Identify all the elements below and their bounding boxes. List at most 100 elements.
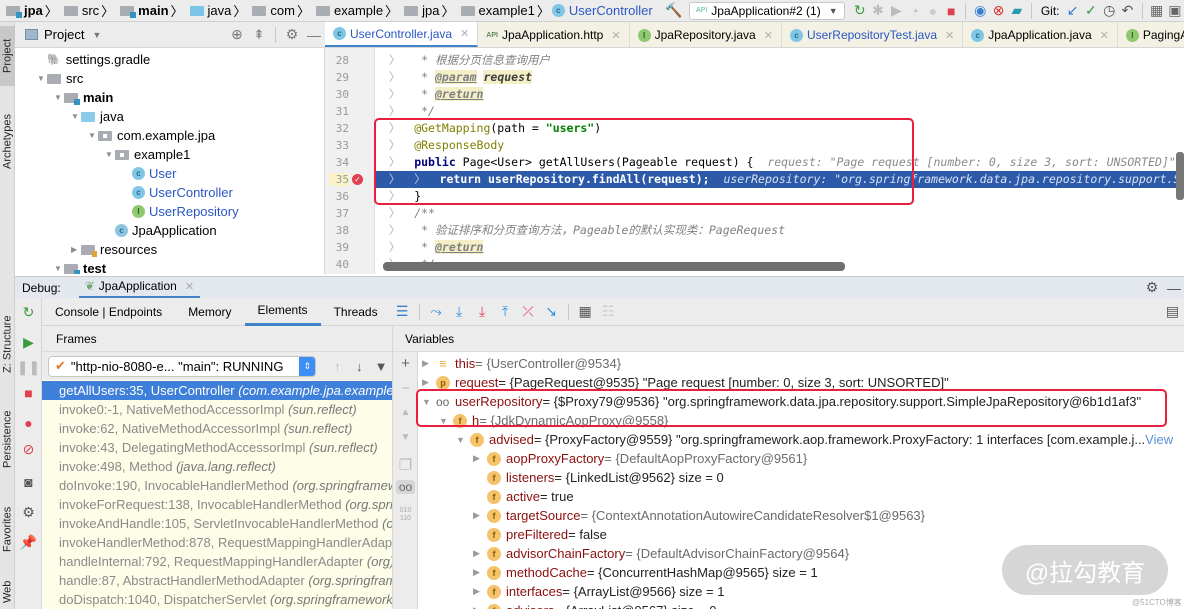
breadcrumb-item[interactable]: main (114, 0, 170, 21)
pause-icon[interactable]: ❚❚ (15, 356, 42, 378)
stack-frame[interactable]: invokeForRequest:138, InvocableHandlerMe… (42, 495, 392, 514)
show-watches-icon[interactable]: oo (396, 480, 415, 494)
collapsed-arrow-icon[interactable]: ▶ (473, 605, 487, 609)
tree-item[interactable]: ▼ com.example.jpa (88, 126, 215, 145)
trace-icon[interactable]: ☷ (597, 303, 620, 320)
editor-tab[interactable]: IPagingAnd✕ (1117, 22, 1184, 47)
variable-row[interactable]: f active = true (473, 487, 574, 506)
mute-breakpoints-icon[interactable]: ⊘ (15, 438, 42, 460)
layout-menu-icon[interactable]: ☰ (391, 303, 414, 320)
variable-row[interactable]: ▶ ≡ this = {UserController@9534} (422, 354, 621, 373)
coverage-icon[interactable]: ▶ (887, 0, 905, 21)
project-panel-title[interactable]: Project (44, 27, 84, 42)
breadcrumb-item[interactable]: example1 (455, 0, 537, 21)
sync-icon[interactable]: ◉ (971, 0, 989, 21)
git-history-icon[interactable]: ◷ (1100, 0, 1118, 21)
tree-item[interactable]: ▼ java (71, 107, 124, 126)
breadcrumb-item[interactable]: example (310, 0, 385, 21)
expand-arrow-icon[interactable]: ▼ (105, 150, 115, 159)
stop-icon[interactable]: ■ (15, 382, 42, 404)
close-icon[interactable]: ✕ (945, 29, 954, 42)
breadcrumb-item[interactable]: src (58, 0, 101, 21)
expand-arrow-icon[interactable]: ▼ (37, 74, 47, 83)
stack-frame[interactable]: invokeHandlerMethod:878, RequestMappingH… (42, 533, 392, 552)
pin-icon[interactable]: 📌 (15, 531, 42, 553)
gear-icon[interactable]: ⚙ (1140, 279, 1164, 296)
collapsed-arrow-icon[interactable]: ▶ (473, 510, 487, 521)
editor-tab[interactable]: I JpaRepository.java ✕ (629, 22, 782, 47)
stack-frame[interactable]: invoke:498, Method (java.lang.reflect) (42, 457, 392, 476)
locate-icon[interactable]: ⊕ (226, 26, 248, 43)
expand-arrow-icon[interactable]: ▼ (71, 112, 81, 121)
close-icon[interactable]: ✕ (460, 27, 469, 40)
stack-frame[interactable]: handleInternal:792, RequestMappingHandle… (42, 552, 392, 571)
tool-window-project[interactable]: Project (0, 26, 15, 86)
editor-tab[interactable]: c UserController.java ✕ (325, 22, 479, 47)
breadcrumb-item[interactable]: com (246, 0, 297, 21)
build-hammer-icon[interactable]: 🔨 (665, 0, 683, 21)
tree-item[interactable]: I UserRepository (122, 202, 239, 221)
breakpoint-icon[interactable]: ✓ (352, 174, 363, 185)
arrow-down-icon[interactable]: ↓ (348, 359, 370, 374)
collapse-all-icon[interactable]: ⇞ (248, 27, 270, 43)
copy-icon[interactable]: ❐ (393, 456, 418, 474)
stack-frame[interactable]: doInvoke:190, InvocableHandlerMethod (or… (42, 476, 392, 495)
debug-tab[interactable]: Console | Endpoints (42, 298, 175, 326)
show-execution-point-icon[interactable]: ⤳ (425, 303, 448, 320)
tool-window-favorites[interactable]: Favorites (0, 494, 15, 564)
variable-row[interactable]: ▶ f aopProxyFactory = {DefaultAopProxyFact… (473, 449, 807, 468)
tool-window-persistence[interactable]: Persistence (0, 394, 15, 484)
tool-window-structure[interactable]: Z: Structure (0, 304, 15, 384)
database-folder-icon[interactable]: ▰ (1008, 0, 1026, 21)
hide-icon[interactable]: — (1164, 280, 1184, 296)
debug-tab[interactable]: Elements (244, 298, 321, 326)
tree-item[interactable]: c JpaApplication (105, 221, 217, 240)
restore-layout-icon[interactable]: ▤ (1161, 303, 1184, 320)
force-step-into-icon[interactable]: ⤓ (471, 303, 494, 320)
tree-item[interactable]: c UserController (122, 183, 233, 202)
stop-icon[interactable]: ■ (942, 0, 960, 21)
debug-session-tab[interactable]: ❦ JpaApplication ✕ (78, 277, 201, 299)
variable-row[interactable]: ▶ f interfaces = {ArrayList@9566} size = 1 (473, 582, 724, 601)
editor-tab[interactable]: c UserRepositoryTest.java ✕ (781, 22, 964, 47)
binary-icon[interactable]: 010 110 (393, 507, 418, 523)
debug-bug-icon[interactable]: ✱ (869, 0, 887, 21)
run-configuration-selector[interactable]: API JpaApplication#2 (1) ▼ (689, 1, 845, 20)
tool-window-archetypes[interactable]: Archetypes (0, 96, 15, 186)
stack-frame[interactable]: handle:87, AbstractHandlerMethodAdapter … (42, 571, 392, 590)
breadcrumb-item[interactable]: java (184, 0, 234, 21)
arrow-up-icon[interactable]: ↑ (326, 359, 348, 374)
stack-frame[interactable]: invoke:62, NativeMethodAccessorImpl (sun… (42, 419, 392, 438)
expand-arrow-icon[interactable]: ▼ (54, 264, 64, 273)
horizontal-scrollbar[interactable] (383, 262, 845, 271)
collapsed-arrow-icon[interactable]: ▶ (473, 548, 487, 559)
camera-icon[interactable]: ◙ (15, 471, 42, 493)
debug-tab[interactable]: Threads (321, 298, 391, 326)
expand-arrow-icon[interactable]: ▼ (88, 131, 98, 140)
hide-icon[interactable]: — (303, 27, 325, 43)
collapsed-arrow-icon[interactable]: ▶ (422, 377, 436, 388)
view-link[interactable]: View (1145, 432, 1173, 447)
collapse-arrow-icon[interactable]: ▶ (71, 245, 81, 254)
move-up-icon[interactable]: ▲ (393, 407, 418, 418)
variable-row[interactable]: f preFiltered = false (473, 525, 607, 544)
vertical-scrollbar[interactable] (1176, 152, 1184, 200)
tree-item[interactable]: ▶ resources (71, 240, 157, 259)
breadcrumb-item[interactable]: c UserController (550, 0, 655, 21)
drop-frame-icon[interactable]: ⤫ (517, 303, 540, 320)
step-out-icon[interactable]: ⤒ (494, 303, 517, 320)
project-structure-icon[interactable]: ▦ (1147, 0, 1165, 21)
tree-item[interactable]: c User (122, 164, 176, 183)
tree-item[interactable]: ▼ main (54, 88, 113, 107)
expand-arrow-icon[interactable]: ▼ (54, 93, 64, 102)
debug-tab[interactable]: Memory (175, 298, 244, 326)
help-icon[interactable]: ● (924, 0, 942, 21)
collapsed-arrow-icon[interactable]: ▶ (473, 586, 487, 597)
collapsed-arrow-icon[interactable]: ▶ (473, 567, 487, 578)
git-rollback-icon[interactable]: ↶ (1118, 0, 1136, 21)
variable-row[interactable]: ▶ f methodCache = {ConcurrentHashMap@9565}… (473, 563, 818, 582)
close-icon[interactable]: ✕ (1100, 29, 1109, 42)
add-watch-icon[interactable]: + (393, 355, 418, 372)
filter-icon[interactable]: ▼ (370, 359, 392, 374)
stack-frame[interactable]: invoke:43, DelegatingMethodAccessorImpl … (42, 438, 392, 457)
